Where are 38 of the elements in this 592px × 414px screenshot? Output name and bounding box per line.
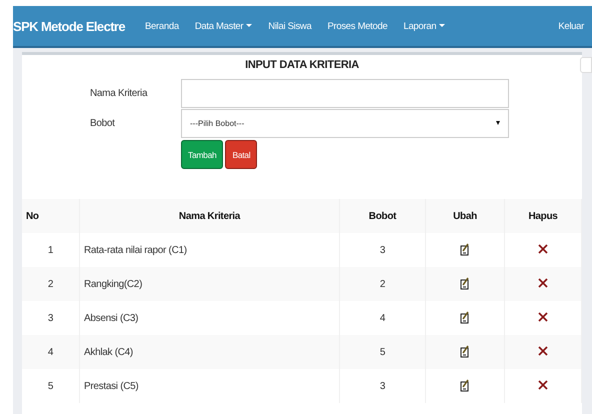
column-header: Nama Kriteria [80,199,340,233]
table-cell: 5 [22,369,80,403]
table-cell: 2 [340,267,426,301]
edit-icon[interactable] [460,378,470,392]
delete-icon[interactable] [538,346,548,356]
field-label: Bobot [89,118,116,128]
nav-link[interactable]: Data Master [194,20,252,32]
form-title: INPUT DATA KRITERIA [244,59,360,71]
field-label: Nama Kriteria [89,88,148,98]
table-cell: 3 [340,369,426,403]
add-button[interactable]: Tambah [181,140,224,169]
column-header: Hapus [504,199,582,233]
column-header: Bobot [340,199,426,233]
delete-icon[interactable] [538,312,548,322]
nav-link[interactable]: Laporan [403,20,446,32]
nav-link[interactable]: Proses Metode [327,20,388,32]
nav-link[interactable]: Nilai Siswa [268,20,312,32]
select-field[interactable]: ---Pilih Bobot--- [181,108,509,138]
table-cell: Rangking(C2) [80,267,340,301]
delete-icon[interactable] [538,244,548,254]
table-cell: Akhlak (C4) [80,335,340,369]
edit-icon[interactable] [460,242,470,256]
edit-icon[interactable] [460,276,470,290]
table-cell: 4 [22,335,80,369]
delete-icon[interactable] [538,380,548,390]
nav-link[interactable]: Beranda [145,20,179,32]
logout-link[interactable]: Keluar [558,20,584,32]
edit-icon[interactable] [460,344,470,358]
table-cell: 5 [340,335,426,369]
edit-icon[interactable] [460,310,470,324]
input-field[interactable] [181,78,509,108]
table-cell: 2 [22,267,80,301]
column-header: No [22,199,80,233]
brand-link[interactable]: SPK Metode Electre [13,18,126,34]
table-cell: Prestasi (C5) [80,369,340,403]
column-header: Ubah [426,199,504,233]
delete-icon[interactable] [538,278,548,288]
cancel-button[interactable]: Batal [225,140,258,169]
